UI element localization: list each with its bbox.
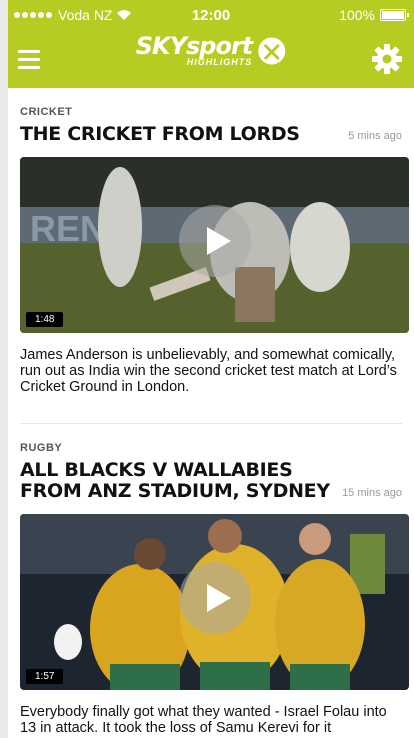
video-thumbnail[interactable]: REN 1:48 <box>20 157 409 333</box>
article-category: RUGBY <box>20 442 63 454</box>
article-title-row: ALL BLACKS V WALLABIES FROM ANZ STADIUM,… <box>20 460 402 502</box>
skysport-highlights-logo: SKYsport HIGHLIGHTS <box>136 34 287 67</box>
hamburger-menu-icon[interactable] <box>18 44 48 74</box>
article-card[interactable]: RUGBY ALL BLACKS V WALLABIES FROM ANZ ST… <box>20 424 409 736</box>
article-title-line: ALL BLACKS V WALLABIES <box>20 459 293 481</box>
battery-percentage: 100% <box>339 7 375 23</box>
app-header: Voda NZ 12:00 100% SKYsport HIGHLIGHTS <box>8 0 414 88</box>
battery-info: 100% <box>339 7 409 23</box>
play-button[interactable] <box>178 562 251 634</box>
svg-text:REN: REN <box>30 208 106 249</box>
gear-icon[interactable] <box>370 42 404 76</box>
wifi-icon <box>117 10 132 20</box>
video-thumbnail[interactable]: 1:57 <box>20 514 409 690</box>
battery-icon <box>380 9 409 21</box>
logo-brand-text: SKYsport <box>135 32 254 60</box>
article-description: James Anderson is unbelievably, and some… <box>20 347 397 395</box>
article-title-line: THE CRICKET FROM LORDS <box>20 123 300 145</box>
video-duration: 1:48 <box>26 312 64 327</box>
carrier-info: Voda NZ <box>14 7 132 23</box>
video-duration: 1:57 <box>26 669 64 684</box>
article-time-ago: 15 mins ago <box>342 487 402 499</box>
logo-emblem-icon <box>257 37 285 64</box>
status-bar: Voda NZ 12:00 100% <box>8 0 414 30</box>
article-title-row: THE CRICKET FROM LORDS 5 mins ago <box>20 124 402 145</box>
article-time-ago: 5 mins ago <box>348 130 402 142</box>
article-title-line: FROM ANZ STADIUM, SYDNEY <box>20 480 330 502</box>
highlights-feed: CRICKET THE CRICKET FROM LORDS 5 mins ag… <box>8 88 414 736</box>
app-screen: Voda NZ 12:00 100% SKYsport HIGHLIGHTS C… <box>8 0 414 738</box>
article-category: CRICKET <box>20 106 73 118</box>
article-title[interactable]: THE CRICKET FROM LORDS <box>20 124 300 145</box>
article-card[interactable]: CRICKET THE CRICKET FROM LORDS 5 mins ag… <box>20 88 409 424</box>
nav-bar: SKYsport HIGHLIGHTS <box>8 30 414 88</box>
signal-strength-icon <box>14 12 52 18</box>
article-title[interactable]: ALL BLACKS V WALLABIES FROM ANZ STADIUM,… <box>20 460 330 502</box>
play-button[interactable] <box>178 205 251 277</box>
article-description: Everybody finally got what they wanted -… <box>20 704 387 736</box>
carrier-name: Voda NZ <box>58 7 113 23</box>
